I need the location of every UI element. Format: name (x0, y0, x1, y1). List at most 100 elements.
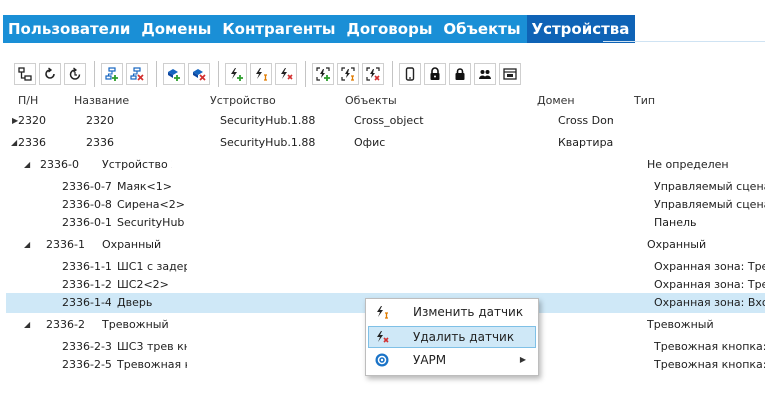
delete-group-icon (130, 67, 144, 81)
table-row[interactable]: ▶ 2320 2320 SecurityHub.1.88 Cross_objec… (6, 111, 765, 131)
column-header-pn[interactable]: П/Н (18, 94, 38, 107)
collapse-arrow-icon[interactable]: ◢ (24, 155, 30, 175)
cell-pn: 2336 (18, 136, 46, 149)
delete-sensor-button[interactable] (275, 63, 297, 85)
edit-sensor-icon (377, 306, 388, 319)
delete-sensor-icon (377, 331, 389, 343)
cell-type: Управляемый сцена (654, 180, 765, 193)
table-row[interactable]: 2336-1-1 ШС1 с задер Охранная зона: Тре (6, 257, 765, 277)
cell-pn: 2336-2-5 (62, 358, 111, 371)
column-header-objects[interactable]: Объекты (345, 94, 397, 107)
cell-pn: 2336-0-1 (62, 216, 111, 229)
cell-type: Тревожная кнопка: I (654, 340, 765, 353)
console-button[interactable] (499, 63, 521, 85)
context-menu-uarm[interactable]: УАРМ ▶ (368, 350, 536, 372)
tab-objects[interactable]: Объекты (438, 15, 526, 43)
hierarchy-button[interactable] (14, 63, 36, 85)
cell-pn: 2336-0 (40, 158, 79, 171)
cell-type: Панель (654, 216, 697, 229)
lock-icon (430, 67, 440, 80)
main-nav: Пользователи Домены Контрагенты Договоры… (3, 15, 636, 43)
phone-button[interactable] (399, 63, 421, 85)
cell-pn: 2336-0-8 (62, 198, 111, 211)
context-menu-label: Удалить датчик (413, 330, 515, 344)
collapse-arrow-icon[interactable]: ◢ (11, 133, 17, 153)
delete-zone-button[interactable] (362, 63, 384, 85)
cell-type: Охранная зона: Вхо (654, 296, 765, 309)
context-menu-edit-sensor[interactable]: Изменить датчик (368, 302, 536, 324)
add-sensor-button[interactable] (225, 63, 247, 85)
add-sensor-icon (231, 68, 243, 81)
cell-pn: 2336-1-4 (62, 296, 111, 309)
column-header-device[interactable]: Устройство (210, 94, 276, 107)
column-header-domain[interactable]: Домен (537, 94, 575, 107)
context-menu: Изменить датчик Удалить датчик УАРМ ▶ (365, 298, 539, 376)
cell-name: Тревожный (102, 318, 169, 331)
cell-object: Cross_object (354, 114, 424, 127)
tab-domains[interactable]: Домены (136, 15, 217, 43)
delete-device-button[interactable] (188, 63, 210, 85)
cell-pn: 2336-2-3 (62, 340, 111, 353)
cell-type: Охранная зона: Тре (654, 260, 765, 273)
lock-button[interactable] (424, 63, 446, 85)
table-row[interactable]: ◢ 2336 2336 SecurityHub.1.88 Офис Кварти… (6, 133, 765, 153)
context-menu-label: Изменить датчик (413, 305, 524, 319)
cell-name: ШС2<2> (117, 278, 169, 291)
toolbar-separator (305, 61, 306, 87)
console-icon (503, 68, 517, 80)
table-row[interactable]: 2336-0-8 Сирена<2> Управляемый сцена (6, 195, 765, 215)
cell-pn: 2336-1-2 (62, 278, 111, 291)
users-icon (479, 70, 491, 79)
delete-device-icon (193, 69, 206, 81)
add-group-button[interactable] (101, 63, 123, 85)
edit-sensor-button[interactable] (250, 63, 272, 85)
cell-type: Не определен (647, 158, 729, 171)
users-button[interactable] (474, 63, 496, 85)
collapse-arrow-icon[interactable]: ◢ (24, 315, 30, 335)
cell-name: Охранный (102, 238, 162, 251)
cell-pn: 2336-1-1 (62, 260, 111, 273)
table-row[interactable]: ◢ 2336-1 Охранный Охранный (6, 235, 765, 255)
cell-name: Сирена<2> (117, 198, 185, 211)
cell-name: Тревожная к (117, 358, 187, 371)
context-menu-label: УАРМ (413, 353, 447, 367)
refresh-button[interactable] (39, 63, 61, 85)
cell-object: Офис (354, 136, 386, 149)
tab-devices[interactable]: Устройства (526, 15, 636, 43)
delete-zone-icon (366, 67, 380, 81)
hierarchy-icon (18, 67, 32, 81)
delete-group-button[interactable] (126, 63, 148, 85)
column-header-type[interactable]: Тип (634, 94, 655, 107)
cell-pn: 2336-1 (46, 238, 85, 251)
cell-name: Дверь (117, 296, 153, 309)
table-row[interactable]: 2336-0-1 SecurityHub Панель (6, 213, 765, 233)
tab-contractors[interactable]: Контрагенты (217, 15, 341, 43)
edit-sensor-icon (256, 68, 267, 81)
column-header-name[interactable]: Название (74, 94, 129, 107)
tab-contracts[interactable]: Договоры (342, 15, 439, 43)
add-device-button[interactable] (163, 63, 185, 85)
timer-refresh-button[interactable] (64, 63, 86, 85)
cell-type: Управляемый сцена (654, 198, 765, 211)
table-row[interactable]: 2336-1-2 ШС2<2> Охранная зона: Тре (6, 275, 765, 295)
cell-type: Охранная зона: Тре (654, 278, 765, 291)
tab-users[interactable]: Пользователи (3, 15, 136, 43)
table-row[interactable]: ◢ 2336-0 Устройство 2 Не определен (6, 155, 765, 175)
cell-name: 2320 (86, 114, 114, 127)
cell-name: ШС1 с задер (117, 260, 187, 273)
add-zone-button[interactable] (312, 63, 334, 85)
table-row[interactable]: 2336-0-7 Маяк<1> Управляемый сцена (6, 177, 765, 197)
cell-name: SecurityHub (117, 216, 185, 229)
phone-icon (405, 67, 415, 81)
lock-closed-button[interactable] (449, 63, 471, 85)
timer-refresh-icon (69, 67, 81, 80)
cell-name: Маяк<1> (117, 180, 172, 193)
collapse-arrow-icon[interactable]: ◢ (24, 235, 30, 255)
cell-device: SecurityHub.1.88 (220, 114, 316, 127)
delete-sensor-icon (281, 68, 293, 80)
lock-closed-icon (455, 68, 465, 80)
edit-zone-button[interactable] (337, 63, 359, 85)
toolbar-separator (156, 61, 157, 87)
context-menu-delete-sensor[interactable]: Удалить датчик (368, 326, 536, 348)
cell-pn: 2336-0-7 (62, 180, 111, 193)
